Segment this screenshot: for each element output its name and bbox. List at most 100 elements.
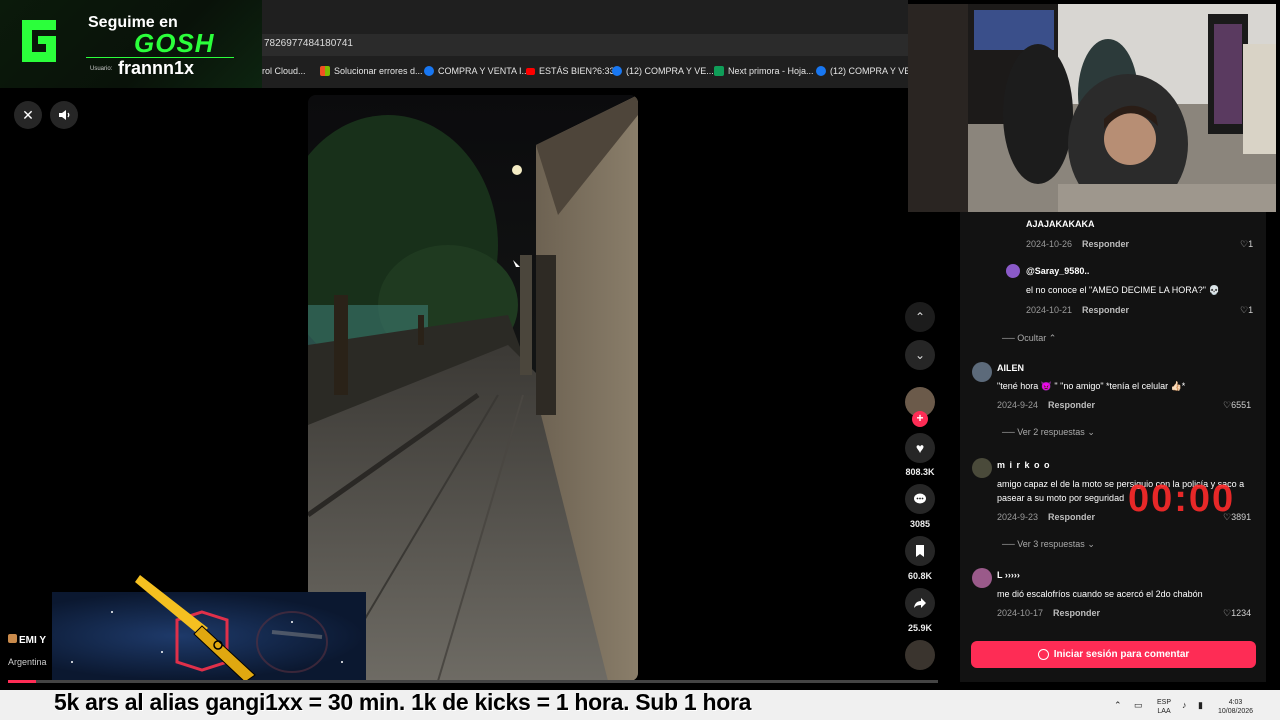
platform-name: GOSH (134, 28, 215, 58)
like-count: 1 (1248, 305, 1254, 315)
avatar[interactable] (972, 362, 992, 382)
login-label: Iniciar sesión para comentar (1053, 649, 1190, 660)
chevron-up-icon[interactable]: ⌃ (1114, 701, 1122, 710)
comment-count: 3085 (909, 519, 931, 529)
comment-user[interactable]: m i r k o o (997, 460, 1051, 470)
uploader-name-text: EMI Y (19, 635, 47, 646)
bookmark-label: rol Cloud... (262, 66, 306, 76)
reply-link[interactable]: Responder (1053, 608, 1100, 618)
comment-date: 2024-9-24 (997, 400, 1039, 410)
avatar[interactable] (972, 568, 992, 588)
subathon-timer: 00:00 (1128, 478, 1236, 520)
comment-user[interactable]: AILEN (997, 363, 1024, 373)
bookmark-item[interactable]: ESTÁS BIEN?6:33 (526, 62, 615, 80)
reply-link[interactable]: Responder (1048, 400, 1095, 410)
comment-like[interactable]: ♡1234 (1223, 608, 1251, 619)
previous-video-button[interactable]: ⌃ (905, 302, 935, 332)
facebook-icon (612, 66, 622, 76)
share-count: 25.9K (907, 623, 933, 633)
comment-like[interactable]: ♡1 (1240, 305, 1253, 316)
comment-text: AJAJAKAKAKA (1026, 219, 1095, 229)
reply-link[interactable]: Responder (1082, 305, 1129, 315)
comments-panel: AJAJAKAKAKA 2024-10-26 Responder ♡1 @Sara… (960, 212, 1266, 682)
bookmark-icon (916, 545, 924, 557)
close-button[interactable]: ✕ (14, 101, 42, 129)
time-text: 4:03 (1228, 699, 1243, 706)
bookmark-label: (12) COMPRA Y VE... (626, 66, 714, 76)
view-replies-label: Ver 2 respuestas (1017, 427, 1085, 437)
comment-user[interactable]: L ››››› (997, 570, 1020, 580)
comment-like[interactable]: ♡6551 (1223, 400, 1251, 411)
bookmark-label: COMPRA Y VENTA I... (438, 66, 530, 76)
avatar[interactable] (972, 458, 992, 478)
clock[interactable]: 4:03 10/08/2026 (1218, 698, 1253, 716)
gosh-logo-icon (22, 20, 56, 62)
share-button[interactable] (905, 588, 935, 618)
view-replies[interactable]: ── Ver 2 respuestas ⌄ (1002, 427, 1095, 438)
language-indicator[interactable]: ESP LAA (1157, 698, 1171, 716)
view-replies[interactable]: ── Ver 3 respuestas ⌄ (1002, 539, 1095, 550)
youtube-icon (526, 67, 535, 75)
progress-fill (8, 680, 36, 683)
stream-brand-overlay: Seguime en GOSH Usuario: frannn1x (0, 0, 262, 88)
share-icon (914, 598, 926, 608)
comment-meta: 2024-9-24 Responder (997, 400, 1095, 410)
address-bar[interactable] (262, 34, 908, 56)
battery-icon[interactable]: ▮ (1198, 701, 1203, 710)
comment-text: el no conoce el "AMEO DECIME LA HORA?" 💀 (1026, 285, 1220, 295)
bookmark-item[interactable]: rol Cloud... (262, 62, 306, 80)
comment-like[interactable]: ♡1 (1240, 239, 1253, 250)
browser-chrome: 7826977484180741 rol Cloud... Solucionar… (262, 0, 918, 88)
volume-icon (59, 110, 70, 120)
user-label: Usuario: (90, 66, 113, 72)
bookmark-item[interactable]: Next primora - Hoja... (714, 62, 814, 80)
volume-button[interactable] (50, 101, 78, 129)
webcam-feed (908, 4, 1276, 212)
lang-text: ESP (1157, 699, 1172, 706)
bookmark-label: Next primora - Hoja... (728, 66, 814, 76)
reply-link[interactable]: Responder (1048, 512, 1095, 522)
comment-user[interactable]: @Saray_9580.. (1026, 266, 1089, 276)
comment-meta: 2024-10-17 Responder (997, 608, 1100, 618)
speaker-icon[interactable]: ♪ (1182, 701, 1187, 710)
windows-icon (320, 66, 330, 76)
view-replies-label: Ver 3 respuestas (1017, 539, 1085, 549)
network-icon[interactable]: ▭ (1134, 701, 1143, 710)
knife-icon (135, 575, 256, 683)
video-progress-bar[interactable] (8, 680, 938, 683)
comment-meta: 2024-10-26 Responder (1026, 239, 1129, 249)
date-text: 10/08/2026 (1218, 708, 1254, 715)
next-video-button[interactable]: ⌄ (905, 340, 935, 370)
bookmark-label: (12) COMPRA Y VE... (830, 66, 918, 76)
lang2-text: LAA (1157, 708, 1171, 715)
like-button[interactable]: ♥ (905, 433, 935, 463)
save-button[interactable] (905, 536, 935, 566)
chat-icon (1037, 649, 1049, 660)
comment-date: 2024-10-26 (1026, 239, 1073, 249)
close-icon: ✕ (22, 106, 34, 123)
hide-replies[interactable]: ── Ocultar ⌃ (1002, 333, 1056, 344)
reply-link[interactable]: Responder (1082, 239, 1129, 249)
bookmark-item[interactable]: COMPRA Y VENTA I... (424, 62, 529, 80)
uploader-name[interactable]: EMI Y (8, 634, 46, 646)
bookmark-label: ESTÁS BIEN?6:33 (539, 66, 615, 76)
music-disc-icon[interactable] (905, 640, 935, 670)
bookmark-item[interactable]: (12) COMPRA Y VE... (612, 62, 714, 80)
facebook-icon (816, 66, 826, 76)
facebook-icon (424, 66, 434, 76)
follow-plus-icon[interactable]: + (912, 411, 928, 427)
comment-date: 2024-10-21 (1026, 305, 1073, 315)
comment-text: "tené hora 👿 " "no amigo" *tenía el celu… (997, 381, 1186, 391)
bookmark-item[interactable]: (12) COMPRA Y VE... (816, 62, 918, 80)
streamer-username: frannn1x (118, 58, 195, 78)
login-to-comment-button[interactable]: Iniciar sesión para comentar (971, 641, 1256, 668)
sheets-icon (714, 66, 724, 76)
comment-button[interactable] (905, 484, 935, 514)
like-count: 1 (1248, 239, 1254, 249)
avatar[interactable] (1006, 264, 1020, 278)
url-text: 7826977484180741 (264, 38, 353, 49)
heart-icon: ♥ (915, 440, 925, 456)
save-count: 60.8K (907, 571, 933, 581)
bookmark-item[interactable]: Solucionar errores d... (320, 62, 423, 80)
bookmark-label: Solucionar errores d... (334, 66, 423, 76)
